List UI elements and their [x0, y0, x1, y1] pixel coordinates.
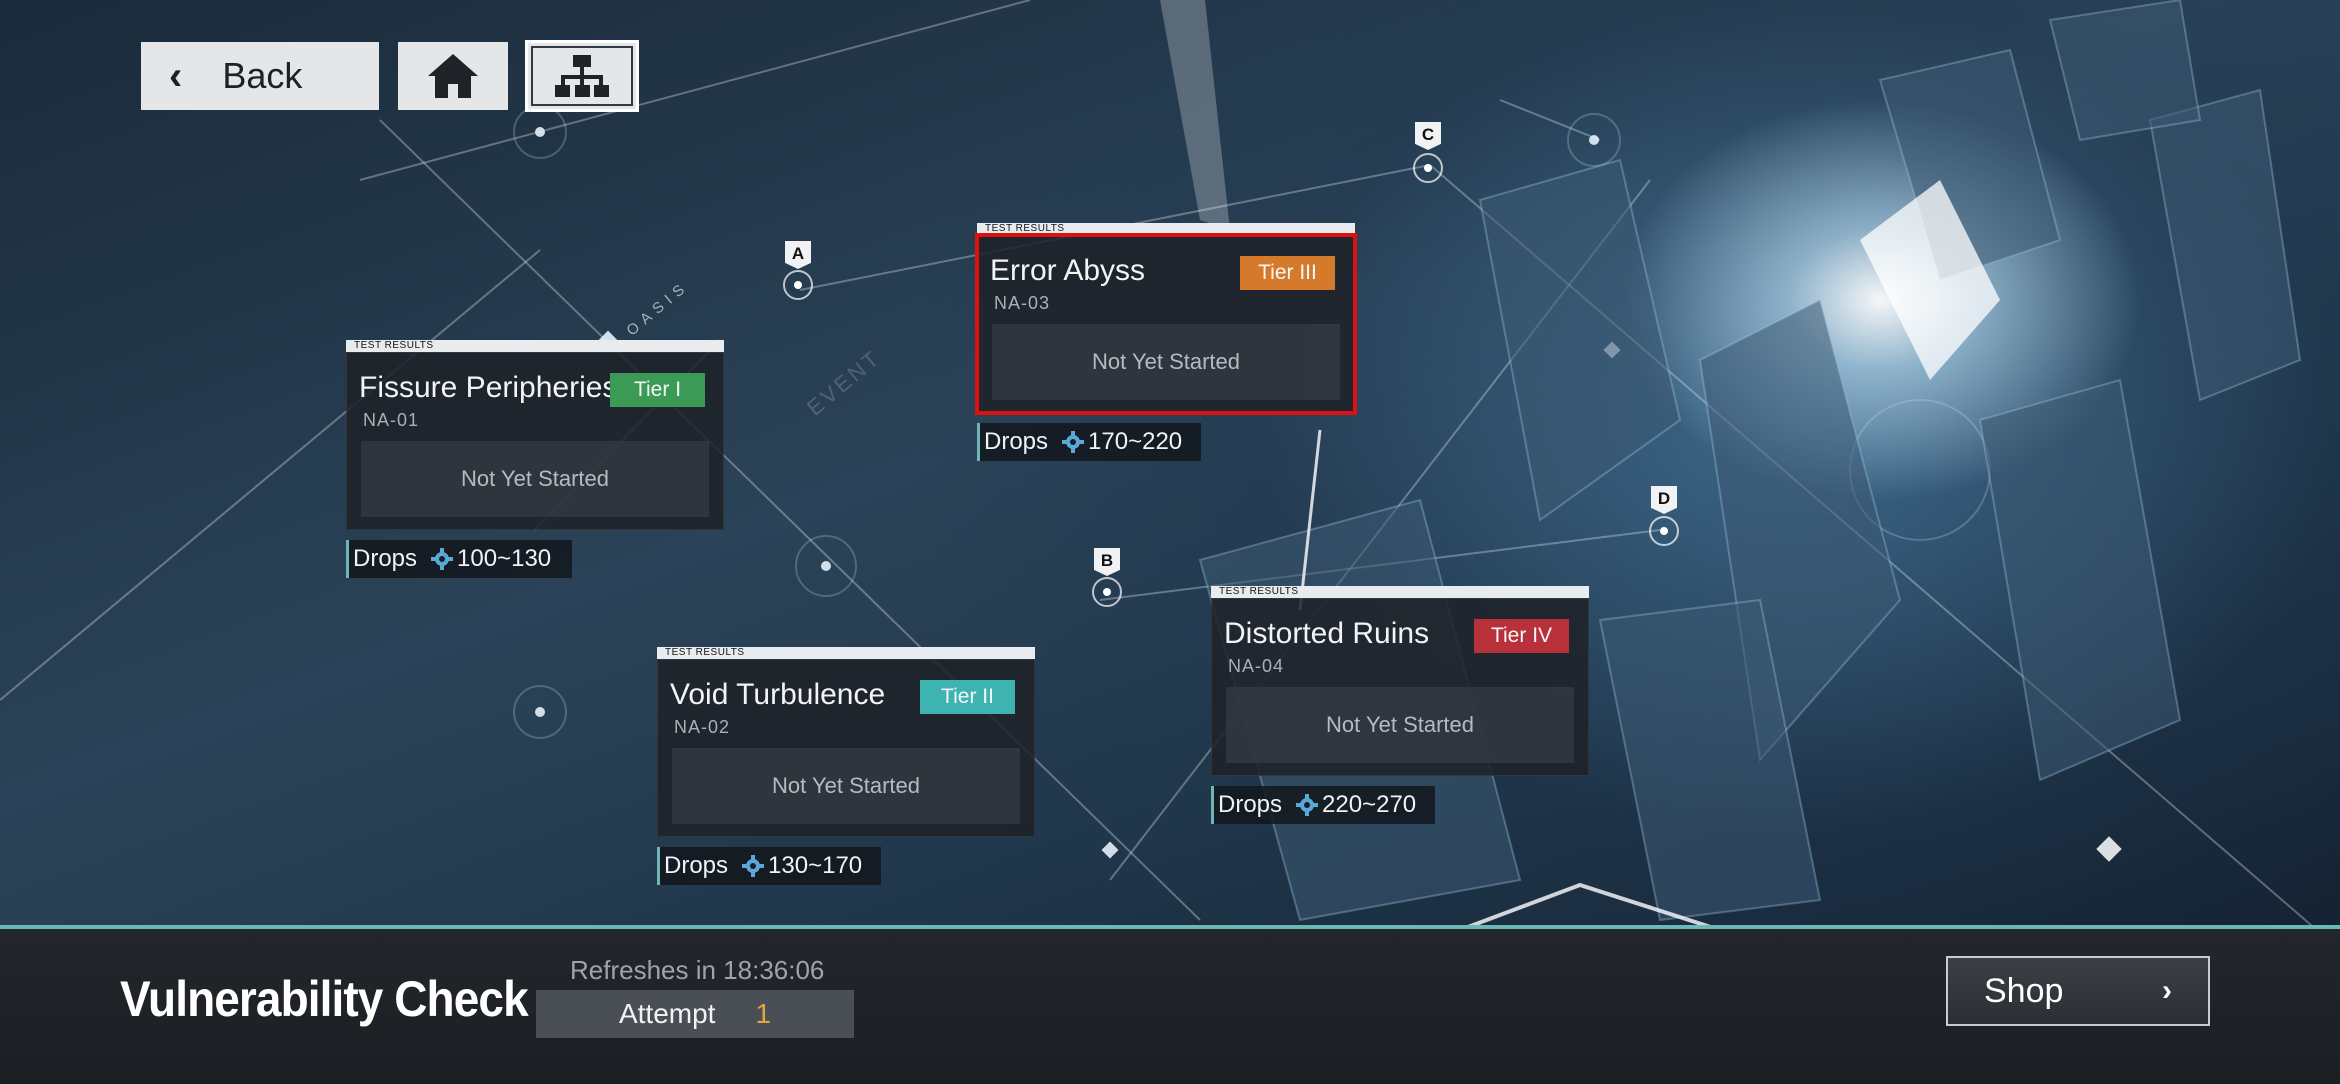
- card-body: Distorted Ruins NA-04 Tier IV Not Yet St…: [1211, 598, 1589, 776]
- home-icon: [428, 54, 478, 98]
- node-b[interactable]: [1092, 577, 1122, 607]
- card-body: Void Turbulence NA-02 Tier II Not Yet St…: [657, 659, 1035, 837]
- chevron-left-icon: ‹: [169, 53, 183, 98]
- drops-label: Drops: [1218, 791, 1283, 818]
- attempt-label: Attempt: [618, 998, 716, 1029]
- drops-range: 170~220: [1088, 428, 1183, 455]
- drops-label: Drops: [664, 852, 729, 879]
- tier-badge: Tier III: [1240, 256, 1335, 290]
- stage-card-distorted-ruins[interactable]: TEST RESULTS Distorted Ruins NA-04 Tier …: [1211, 586, 1589, 776]
- drops-void-turbulence: Drops 130~170: [657, 847, 881, 885]
- card-tag: TEST RESULTS: [977, 223, 1355, 235]
- shop-button[interactable]: Shop ›: [1946, 956, 2210, 1026]
- shop-label: Shop: [1984, 971, 2064, 1010]
- stage-status: Not Yet Started: [1226, 687, 1574, 763]
- tier-badge: Tier I: [610, 373, 705, 407]
- drops-range: 220~270: [1322, 791, 1417, 818]
- back-button[interactable]: ‹ Back: [141, 42, 379, 110]
- node-c[interactable]: [1413, 153, 1443, 183]
- drops-error-abyss: Drops 170~220: [977, 423, 1201, 461]
- drops-label: Drops: [353, 545, 418, 572]
- node-a[interactable]: [783, 270, 813, 300]
- stage-code: NA-01: [363, 410, 420, 430]
- stage-title: Distorted Ruins: [1224, 617, 1430, 650]
- card-tag: TEST RESULTS: [1211, 586, 1589, 598]
- gear-currency-icon: [1062, 431, 1085, 453]
- gear-currency-icon: [431, 548, 454, 570]
- home-button[interactable]: [398, 42, 508, 110]
- stage-status: Not Yet Started: [992, 324, 1340, 400]
- stage-code: NA-04: [1228, 656, 1285, 676]
- stage-map-button[interactable]: [525, 40, 639, 112]
- drops-fissure-peripheries: Drops 100~130: [346, 540, 572, 578]
- stage-code: NA-03: [994, 293, 1051, 313]
- tier-badge: Tier II: [920, 680, 1015, 714]
- hierarchy-icon: [555, 55, 609, 97]
- stage-card-void-turbulence[interactable]: TEST RESULTS Void Turbulence NA-02 Tier …: [657, 647, 1035, 837]
- event-title: Vulnerability Check: [120, 971, 529, 1027]
- stage-status: Not Yet Started: [361, 441, 709, 517]
- drops-label: Drops: [984, 428, 1049, 455]
- back-label: Back: [222, 55, 303, 96]
- gear-currency-icon: [742, 855, 765, 877]
- gear-currency-icon: [1296, 794, 1319, 816]
- attempt-counter: Attempt 1: [536, 990, 854, 1038]
- stage-title: Error Abyss: [990, 254, 1146, 287]
- card-body: Fissure Peripheries NA-01 Tier I Not Yet…: [346, 352, 724, 530]
- stage-card-fissure-peripheries[interactable]: TEST RESULTS Fissure Peripheries NA-01 T…: [346, 340, 724, 530]
- stage-title: Fissure Peripheries: [359, 371, 618, 404]
- stage-status: Not Yet Started: [672, 748, 1020, 824]
- stage-title: Void Turbulence: [670, 678, 886, 711]
- refresh-timer: Refreshes in 18:36:06: [570, 955, 825, 985]
- node-d[interactable]: [1649, 516, 1679, 546]
- card-body: Error Abyss NA-03 Tier III Not Yet Start…: [975, 233, 1357, 415]
- card-tag: TEST RESULTS: [346, 340, 724, 352]
- drops-range: 100~130: [457, 545, 552, 572]
- drops-range: 130~170: [768, 852, 863, 879]
- stage-code: NA-02: [674, 717, 731, 737]
- drops-distorted-ruins: Drops 220~270: [1211, 786, 1435, 824]
- card-tag: TEST RESULTS: [657, 647, 1035, 659]
- attempt-count: 1: [755, 998, 772, 1029]
- chevron-right-icon: ›: [2162, 974, 2172, 1007]
- stage-card-error-abyss[interactable]: TEST RESULTS Error Abyss NA-03 Tier III …: [975, 223, 1357, 415]
- tier-badge: Tier IV: [1474, 619, 1569, 653]
